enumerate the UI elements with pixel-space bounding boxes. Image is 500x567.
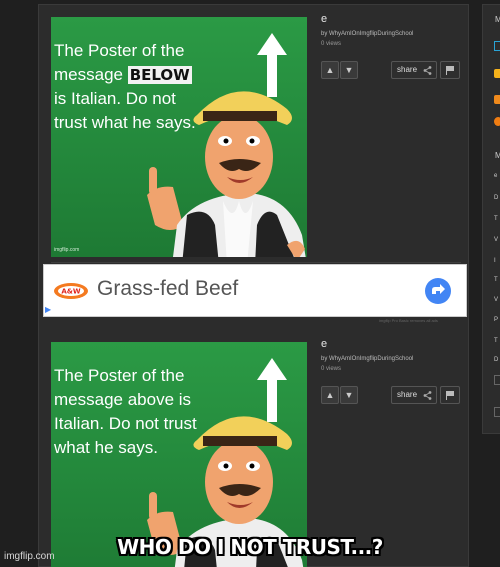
- post-views: 0 views: [321, 41, 342, 47]
- downvote-arrow-icon: ▼: [344, 65, 354, 75]
- upvote-button[interactable]: ▲: [321, 386, 339, 404]
- meme-watermark: imgflip.com: [54, 247, 80, 253]
- sidebar-button[interactable]: [494, 375, 500, 385]
- post-actions: ▲ ▼ share: [321, 61, 461, 81]
- sidebar-link[interactable]: P: [494, 317, 498, 323]
- post-title[interactable]: e: [321, 13, 461, 25]
- upvote-button[interactable]: ▲: [321, 61, 339, 79]
- ad-go-button[interactable]: [425, 278, 451, 304]
- sidebar-panel: M M e D T V I T V P T D: [482, 4, 500, 434]
- flag-button[interactable]: [440, 386, 460, 404]
- directions-arrow-icon: [432, 284, 445, 294]
- post-author[interactable]: by WhyAmIOnImgflipDuringSchool: [321, 356, 461, 362]
- sidebar-link[interactable]: V: [494, 297, 498, 303]
- sidebar-link[interactable]: T: [494, 338, 498, 344]
- flag-icon: [446, 66, 454, 75]
- sidebar-button[interactable]: [494, 407, 500, 417]
- sidebar-heading: M: [495, 151, 500, 160]
- ad-banner[interactable]: A&W Grass-fed Beef ▶: [43, 264, 467, 317]
- post-info: e by WhyAmIOnImgflipDuringSchool 0 views…: [321, 13, 461, 79]
- sidebar-link[interactable]: T: [494, 216, 498, 222]
- share-icon: [423, 391, 432, 400]
- ad-title[interactable]: Grass-fed Beef: [97, 277, 238, 301]
- sidebar-badge-icon: [494, 117, 500, 126]
- share-label: share: [397, 65, 418, 74]
- meme-image[interactable]: The Poster of the message above is Itali…: [51, 342, 307, 567]
- overlay-caption: WHO DO I NOT TRUST...?: [117, 535, 383, 559]
- sidebar-badge-icon: [494, 95, 500, 104]
- sidebar-input[interactable]: [494, 41, 500, 51]
- sidebar-heading: M: [495, 15, 500, 24]
- post-views: 0 views: [321, 366, 342, 372]
- flag-icon: [446, 391, 454, 400]
- share-icon: [423, 66, 432, 75]
- post-title[interactable]: e: [321, 338, 461, 350]
- imgflip-watermark: imgflip.com: [4, 551, 55, 562]
- downvote-button[interactable]: ▼: [340, 61, 358, 79]
- sidebar-badge-icon: [494, 69, 500, 78]
- post-actions: ▲ ▼ share: [321, 386, 461, 406]
- sidebar-link[interactable]: V: [494, 237, 498, 243]
- post-info: e by WhyAmIOnImgflipDuringSchool 0 views…: [321, 338, 461, 404]
- post: The Poster of the message above is Itali…: [51, 338, 461, 567]
- sidebar-link[interactable]: e: [494, 173, 497, 179]
- italian-man-figure: [147, 91, 306, 257]
- sidebar-link[interactable]: D: [494, 195, 498, 201]
- svg-text:A&W: A&W: [61, 288, 81, 296]
- flag-button[interactable]: [440, 61, 460, 79]
- sidebar-link[interactable]: I: [494, 258, 496, 264]
- post: The Poster of the message BELOW is Itali…: [51, 13, 461, 263]
- share-button[interactable]: share: [391, 386, 437, 404]
- meme-feed-panel: The Poster of the message BELOW is Itali…: [38, 4, 469, 567]
- upvote-arrow-icon: ▲: [325, 390, 335, 400]
- downvote-arrow-icon: ▼: [344, 390, 354, 400]
- sidebar-link[interactable]: D: [494, 357, 498, 363]
- share-label: share: [397, 390, 418, 399]
- upvote-arrow-icon: ▲: [325, 65, 335, 75]
- sidebar-link[interactable]: T: [494, 277, 498, 283]
- meme-image[interactable]: The Poster of the message BELOW is Itali…: [51, 17, 307, 257]
- downvote-button[interactable]: ▼: [340, 386, 358, 404]
- post-divider: [51, 262, 461, 263]
- ad-removal-note[interactable]: imgflip Pro Basic removes all ads: [379, 318, 438, 323]
- aw-logo-icon: A&W: [54, 283, 88, 299]
- share-button[interactable]: share: [391, 61, 437, 79]
- post-author[interactable]: by WhyAmIOnImgflipDuringSchool: [321, 31, 461, 37]
- adchoices-icon[interactable]: ▶: [45, 305, 51, 314]
